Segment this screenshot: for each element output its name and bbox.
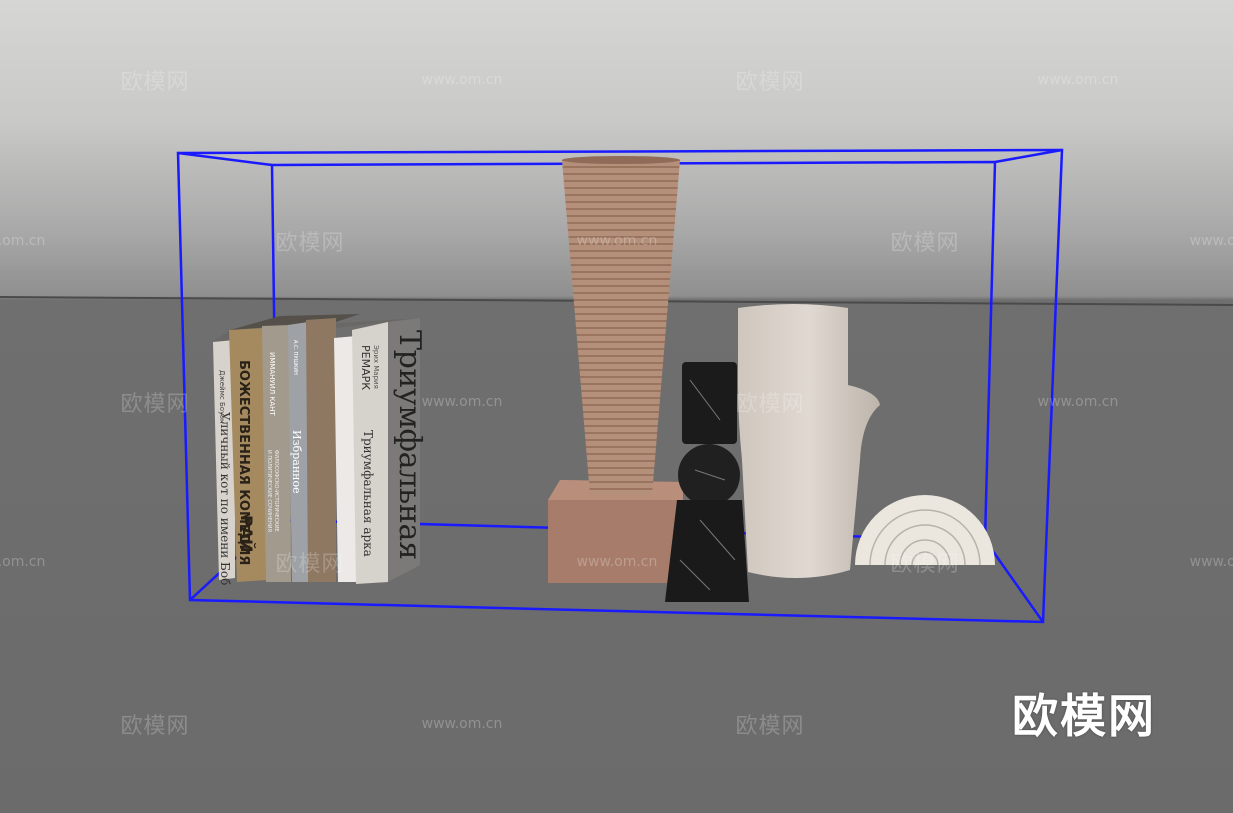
watermark: 欧模网: [120, 392, 190, 417]
book7-author-1: Эрих Мария: [372, 345, 380, 389]
book-stack: Джеймс Боуэн Уличный кот по имени Боб БО…: [213, 314, 427, 585]
watermark-url: www.om.cn: [576, 554, 658, 570]
watermark-url: www.om.cn: [421, 394, 503, 410]
watermark: 欧模网: [735, 714, 805, 739]
book2-subtitle: РАЙ: [237, 515, 256, 553]
watermark-url: www.om.cn: [576, 233, 658, 249]
watermark: 欧模网: [120, 714, 190, 739]
cover-title: Триумфальная: [392, 330, 427, 560]
watermark-url: www.om.cn: [421, 72, 503, 88]
watermark: 欧模网: [120, 70, 190, 95]
brand-logo: 欧模网: [1012, 689, 1156, 743]
watermark-url: www.om.cn: [0, 554, 46, 570]
watermark-url: www.om.cn: [1037, 394, 1119, 410]
watermark: 欧模网: [735, 70, 805, 95]
book3-author: ИММАНУИЛ КАНТ: [268, 352, 276, 416]
watermark-url: www.om.cn: [1189, 554, 1233, 570]
watermark: 欧模网: [735, 392, 805, 417]
book7-author-2: РЕМАРК: [359, 345, 372, 390]
book1-title: Уличный кот по имени Боб: [218, 412, 232, 585]
terracotta-vase: [548, 156, 683, 583]
book4-title: Избранное: [290, 430, 303, 494]
book3-title-2: И ПОЛИТИЧЕСКИЕ СОЧИНЕНИЯ: [266, 450, 272, 532]
watermark: 欧模网: [275, 552, 345, 577]
watermark-url: www.om.cn: [0, 233, 46, 249]
watermark-url: www.om.cn: [1189, 233, 1233, 249]
book4-author: А.С. ПУШКИН: [292, 340, 298, 375]
watermark: 欧模网: [890, 552, 960, 577]
book7-title: Триумфальная арка: [361, 430, 375, 557]
book3-title-1: ФИЛОСОФСКО-ИСТОРИЧЕСКИЕ: [273, 450, 279, 532]
watermark-url: www.om.cn: [421, 716, 503, 732]
watermark-url: www.om.cn: [1037, 72, 1119, 88]
watermark: 欧模网: [275, 231, 345, 256]
watermark: 欧模网: [890, 231, 960, 256]
